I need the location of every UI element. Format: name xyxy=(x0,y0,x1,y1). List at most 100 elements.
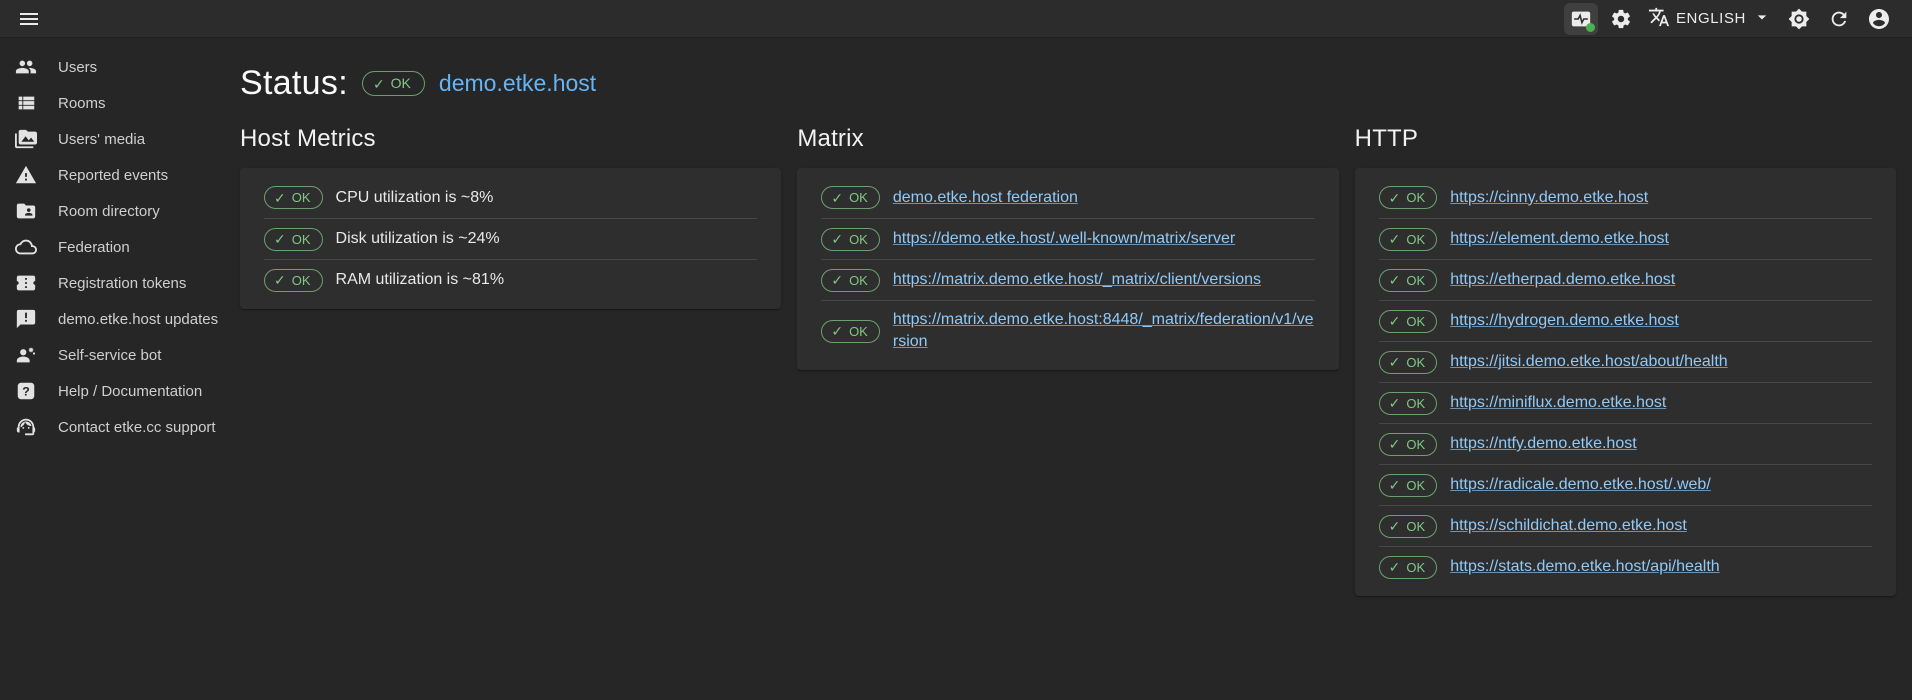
sidebar-item-updates[interactable]: demo.etke.host updates xyxy=(0,301,240,337)
hamburger-menu-icon xyxy=(17,7,41,31)
http-card: ✓OK https://cinny.demo.etke.host ✓OK htt… xyxy=(1355,168,1896,596)
check-row: ✓OK https://matrix.demo.etke.host/_matri… xyxy=(821,259,1314,300)
monitoring-button[interactable] xyxy=(1564,3,1598,35)
check-icon: ✓ xyxy=(373,77,385,91)
ok-badge: ✓OK xyxy=(821,186,880,209)
check-icon: ✓ xyxy=(1389,232,1401,246)
check-link[interactable]: https://ntfy.demo.etke.host xyxy=(1450,433,1636,455)
sidebar-item-registration-tokens[interactable]: Registration tokens xyxy=(0,265,240,301)
check-link[interactable]: https://schildichat.demo.etke.host xyxy=(1450,515,1687,537)
sidebar-item-users[interactable]: Users xyxy=(0,49,240,85)
ok-badge: ✓OK xyxy=(1379,556,1438,579)
check-row: ✓OK https://hydrogen.demo.etke.host xyxy=(1379,300,1872,341)
section-host-metrics: Host Metrics ✓OK CPU utilization is ~8% … xyxy=(240,125,781,596)
main-content: Status: ✓ OK demo.etke.host Host Metrics… xyxy=(240,38,1912,700)
media-library-icon xyxy=(15,128,39,150)
account-circle-icon xyxy=(1867,7,1891,31)
status-columns: Host Metrics ✓OK CPU utilization is ~8% … xyxy=(240,125,1896,596)
sidebar-item-label: Rooms xyxy=(58,95,106,112)
check-icon: ✓ xyxy=(274,273,286,287)
check-link[interactable]: https://stats.demo.etke.host/api/health xyxy=(1450,556,1720,578)
check-link[interactable]: https://jitsi.demo.etke.host/about/healt… xyxy=(1450,351,1728,373)
list-icon xyxy=(15,92,39,114)
ok-badge: ✓OK xyxy=(264,186,323,209)
check-icon: ✓ xyxy=(1389,355,1401,369)
check-icon: ✓ xyxy=(1389,396,1401,410)
sidebar-item-label: Room directory xyxy=(58,203,160,220)
check-link[interactable]: https://hydrogen.demo.etke.host xyxy=(1450,310,1679,332)
ok-badge: ✓OK xyxy=(1379,474,1438,497)
metric-row: ✓OK RAM utilization is ~81% xyxy=(264,259,757,300)
theme-toggle-button[interactable] xyxy=(1782,3,1816,35)
sidebar-item-label: Users' media xyxy=(58,131,145,148)
ok-badge: ✓OK xyxy=(1379,186,1438,209)
sidebar-item-label: Federation xyxy=(58,239,130,256)
menu-button[interactable] xyxy=(12,3,46,35)
sidebar-item-room-directory[interactable]: Room directory xyxy=(0,193,240,229)
matrix-card: ✓OK demo.etke.host federation ✓OK https:… xyxy=(797,168,1338,370)
check-row: ✓OK https://miniflux.demo.etke.host xyxy=(1379,382,1872,423)
sidebar-item-reported-events[interactable]: Reported events xyxy=(0,157,240,193)
ok-badge: ✓OK xyxy=(1379,515,1438,538)
metric-text: RAM utilization is ~81% xyxy=(336,271,505,289)
check-icon: ✓ xyxy=(1389,191,1401,205)
host-metrics-card: ✓OK CPU utilization is ~8% ✓OK Disk util… xyxy=(240,168,781,309)
check-icon: ✓ xyxy=(1389,519,1401,533)
check-link[interactable]: https://matrix.demo.etke.host:8448/_matr… xyxy=(893,309,1315,353)
check-link[interactable]: https://cinny.demo.etke.host xyxy=(1450,187,1648,209)
check-link[interactable]: demo.etke.host federation xyxy=(893,187,1078,209)
sidebar-item-label: Reported events xyxy=(58,167,168,184)
engineer-icon xyxy=(15,344,39,366)
check-link[interactable]: https://element.demo.etke.host xyxy=(1450,228,1669,250)
sidebar-item-help[interactable]: ? Help / Documentation xyxy=(0,373,240,409)
sidebar-item-label: Self-service bot xyxy=(58,347,161,364)
ok-badge: ✓OK xyxy=(821,269,880,292)
sidebar-item-contact-support[interactable]: Contact etke.cc support xyxy=(0,409,240,445)
check-link[interactable]: https://radicale.demo.etke.host/.web/ xyxy=(1450,474,1711,496)
check-icon: ✓ xyxy=(274,232,286,246)
topbar: ENGLISH xyxy=(0,0,1912,38)
check-link[interactable]: https://matrix.demo.etke.host/_matrix/cl… xyxy=(893,269,1261,291)
sidebar-item-label: Contact etke.cc support xyxy=(58,419,216,436)
sidebar-item-federation[interactable]: Federation xyxy=(0,229,240,265)
check-icon: ✓ xyxy=(1389,273,1401,287)
language-label: ENGLISH xyxy=(1676,10,1746,27)
account-button[interactable] xyxy=(1862,3,1896,35)
check-icon: ✓ xyxy=(831,273,843,287)
check-row: ✓OK https://demo.etke.host/.well-known/m… xyxy=(821,218,1314,259)
ok-badge: ✓OK xyxy=(1379,310,1438,333)
check-link[interactable]: https://miniflux.demo.etke.host xyxy=(1450,392,1666,414)
section-matrix: Matrix ✓OK demo.etke.host federation ✓OK… xyxy=(797,125,1338,596)
check-row: ✓OK https://schildichat.demo.etke.host xyxy=(1379,505,1872,546)
check-link[interactable]: https://demo.etke.host/.well-known/matri… xyxy=(893,228,1235,250)
sidebar-item-rooms[interactable]: Rooms xyxy=(0,85,240,121)
language-selector[interactable]: ENGLISH xyxy=(1644,3,1776,35)
cloud-icon xyxy=(15,236,39,258)
ok-badge: ✓OK xyxy=(1379,433,1438,456)
check-icon: ✓ xyxy=(1389,437,1401,451)
ticket-icon xyxy=(15,272,39,294)
refresh-button[interactable] xyxy=(1822,3,1856,35)
sidebar-item-users-media[interactable]: Users' media xyxy=(0,121,240,157)
translate-icon xyxy=(1648,6,1670,31)
warning-icon xyxy=(15,164,39,186)
sidebar-item-label: Users xyxy=(58,59,97,76)
check-row: ✓OK https://matrix.demo.etke.host:8448/_… xyxy=(821,300,1314,361)
status-badge-label: OK xyxy=(391,75,411,92)
check-row: ✓OK https://element.demo.etke.host xyxy=(1379,218,1872,259)
check-link[interactable]: https://etherpad.demo.etke.host xyxy=(1450,269,1675,291)
people-icon xyxy=(15,56,39,78)
section-title: Host Metrics xyxy=(240,125,781,153)
chevron-down-icon xyxy=(1752,7,1772,30)
check-icon: ✓ xyxy=(1389,560,1401,574)
check-row: ✓OK https://jitsi.demo.etke.host/about/h… xyxy=(1379,341,1872,382)
settings-button[interactable] xyxy=(1604,3,1638,35)
sidebar-item-self-service-bot[interactable]: Self-service bot xyxy=(0,337,240,373)
section-title: HTTP xyxy=(1355,125,1896,153)
check-icon: ✓ xyxy=(831,191,843,205)
check-icon: ✓ xyxy=(1389,478,1401,492)
domain-link[interactable]: demo.etke.host xyxy=(439,70,596,97)
status-ok-badge: ✓ OK xyxy=(362,71,425,96)
metric-row: ✓OK CPU utilization is ~8% xyxy=(264,177,757,218)
ok-badge: ✓OK xyxy=(1379,392,1438,415)
